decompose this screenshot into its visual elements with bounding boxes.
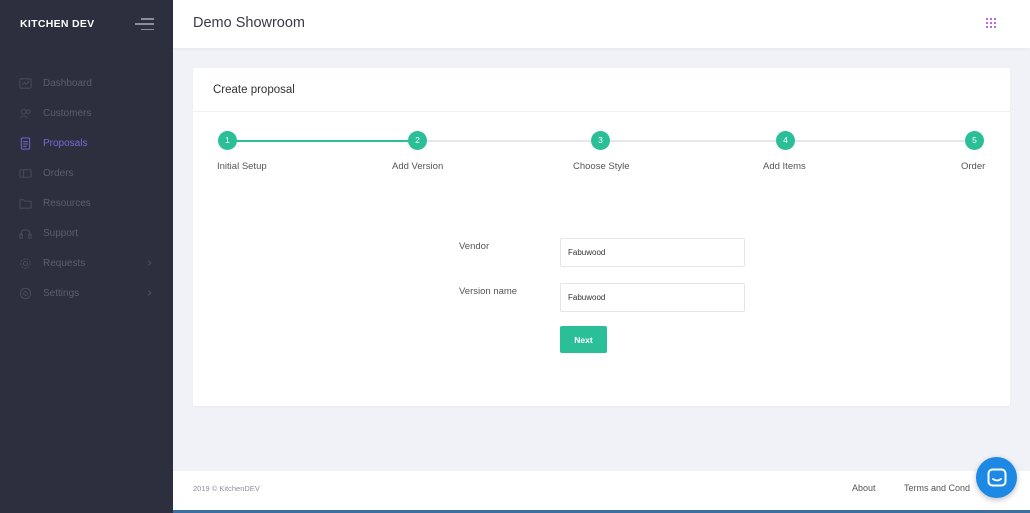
step-1-label: Initial Setup — [217, 161, 267, 172]
sidebar: KITCHEN DEV Dashboard Customers Proposal… — [0, 0, 173, 513]
card-title: Create proposal — [193, 68, 1010, 112]
sidebar-item-orders[interactable]: Orders — [0, 158, 173, 188]
sidebar-item-customers[interactable]: Customers — [0, 98, 173, 128]
step-connector — [427, 140, 591, 142]
sidebar-item-settings[interactable]: Settings — [0, 278, 173, 308]
sidebar-item-label: Requests — [43, 257, 86, 269]
sidebar-item-resources[interactable]: Resources — [0, 188, 173, 218]
terms-link[interactable]: Terms and Cond — [904, 483, 970, 493]
cart-icon — [19, 167, 32, 180]
sidebar-item-requests[interactable]: Requests — [0, 248, 173, 278]
chevron-right-icon — [147, 290, 152, 296]
sidebar-item-label: Customers — [43, 107, 92, 119]
version-name-label: Version name — [459, 286, 518, 297]
sidebar-item-label: Dashboard — [43, 77, 92, 89]
dashboard-icon — [19, 77, 32, 90]
sidebar-item-label: Resources — [43, 197, 91, 209]
brand-logo-text: KITCHEN DEV — [20, 18, 95, 30]
chat-icon — [987, 468, 1006, 487]
create-proposal-card: Create proposal 1 2 3 4 5 Initial Setup … — [193, 68, 1010, 406]
step-3-label: Choose Style — [573, 161, 630, 172]
topbar: Demo Showroom — [173, 0, 1030, 48]
vendor-label: Vendor — [459, 241, 490, 252]
sidebar-item-dashboard[interactable]: Dashboard — [0, 68, 173, 98]
support-icon — [19, 227, 32, 240]
step-5-label: Order — [961, 161, 986, 172]
sidebar-item-support[interactable]: Support — [0, 218, 173, 248]
sidebar-item-label: Proposals — [43, 137, 88, 149]
grid-icon[interactable] — [985, 17, 997, 29]
sidebar-item-proposals[interactable]: Proposals — [0, 128, 173, 158]
step-2-label: Add Version — [392, 161, 444, 172]
next-button[interactable]: Next — [560, 326, 607, 353]
brand-header: KITCHEN DEV — [0, 0, 173, 48]
hamburger-menu-icon[interactable] — [135, 18, 154, 30]
settings-icon — [19, 287, 32, 300]
progress-stepper: 1 2 3 4 5 Initial Setup Add Version Choo… — [193, 130, 1010, 180]
sidebar-nav: Dashboard Customers Proposals Orders Res… — [0, 68, 173, 308]
sidebar-item-label: Orders — [43, 167, 74, 179]
step-4-indicator[interactable]: 4 — [776, 131, 795, 150]
step-connector — [795, 140, 965, 142]
chevron-right-icon — [147, 260, 152, 266]
version-name-field[interactable] — [560, 283, 745, 312]
document-icon — [19, 136, 32, 150]
step-2-indicator[interactable]: 2 — [408, 131, 427, 150]
vendor-field[interactable] — [560, 238, 745, 267]
step-connector — [610, 140, 776, 142]
step-connector-complete — [237, 140, 408, 142]
sidebar-item-label: Support — [43, 227, 79, 239]
footer: 2019 © KitchenDEV About Terms and Cond — [173, 471, 1030, 510]
step-1-indicator[interactable]: 1 — [218, 131, 237, 150]
step-5-indicator[interactable]: 5 — [965, 131, 984, 150]
step-3-indicator[interactable]: 3 — [591, 131, 610, 150]
users-icon — [19, 107, 32, 120]
step-4-label: Add Items — [763, 161, 806, 172]
folder-icon — [19, 197, 32, 210]
chat-launcher-button[interactable] — [976, 457, 1017, 498]
about-link[interactable]: About — [852, 483, 876, 493]
gear-icon — [19, 257, 32, 270]
copyright-text: 2019 © KitchenDEV — [193, 484, 260, 493]
page-title: Demo Showroom — [193, 15, 306, 31]
sidebar-item-label: Settings — [43, 287, 80, 299]
